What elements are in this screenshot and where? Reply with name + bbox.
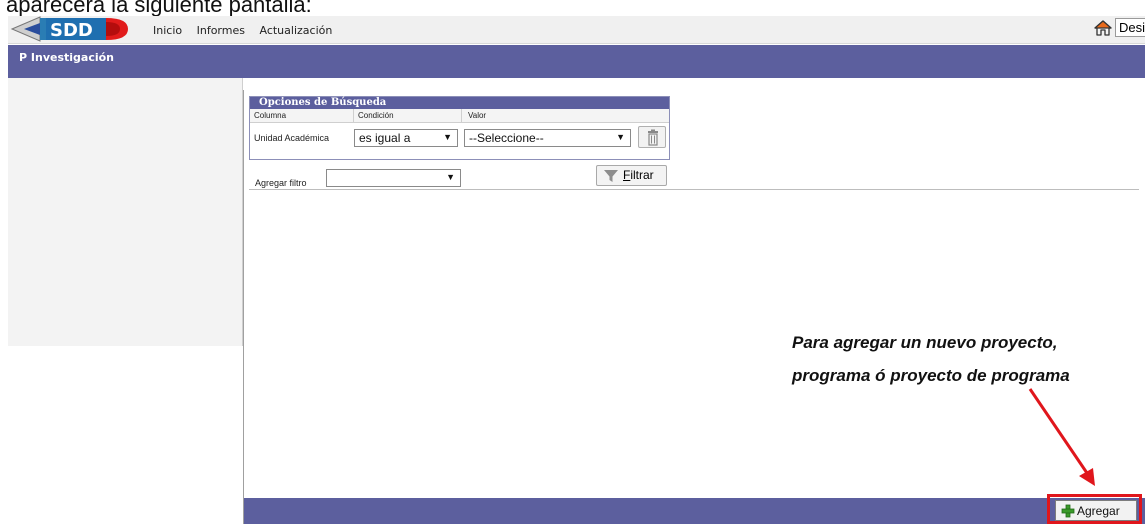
filter-column-label: Unidad Académica — [254, 133, 330, 143]
main-content: Opciones de Búsqueda Columna Condición V… — [243, 90, 1141, 524]
value-select[interactable]: --Seleccione-- ▼ — [464, 129, 631, 147]
top-navigation-bar: SDD Inicio Informes Actualización Desig — [8, 16, 1145, 44]
search-options-panel: Opciones de Búsqueda Columna Condición V… — [249, 96, 670, 160]
annotation-line-1: Para agregar un nuevo proyecto, — [792, 333, 1058, 352]
page-title: P Investigación — [8, 45, 1145, 78]
designation-selector[interactable]: Desig — [1115, 18, 1145, 37]
value-select-value: --Seleccione-- — [469, 131, 544, 145]
sdd-logo-icon[interactable]: SDD — [10, 16, 140, 42]
menu-item-inicio[interactable]: Inicio — [153, 24, 182, 37]
menu-item-actualizacion[interactable]: Actualización — [259, 24, 332, 37]
trash-icon — [648, 129, 658, 146]
condition-select-value: es igual a — [359, 131, 411, 145]
highlight-frame — [1047, 494, 1142, 524]
home-icon[interactable] — [1094, 19, 1112, 37]
filter-row: Unidad Académica es igual a ▼ --Seleccio… — [250, 123, 669, 153]
menu-item-informes[interactable]: Informes — [197, 24, 245, 37]
add-filter-label: Agregar filtro — [255, 178, 307, 188]
search-options-title: Opciones de Búsqueda — [250, 97, 669, 109]
remove-filter-button[interactable] — [638, 126, 666, 148]
column-header-valor: Valor — [468, 111, 487, 120]
dropdown-arrow-icon: ▼ — [446, 172, 455, 182]
svg-text:SDD: SDD — [50, 20, 93, 41]
filter-button[interactable]: Filtrar — [596, 165, 667, 186]
search-column-headers: Columna Condición Valor — [250, 109, 669, 123]
column-header-condicion: Condición — [358, 111, 394, 120]
divider — [249, 189, 1139, 190]
dropdown-arrow-icon: ▼ — [616, 132, 625, 142]
condition-select[interactable]: es igual a ▼ — [354, 129, 458, 147]
dropdown-arrow-icon: ▼ — [443, 132, 452, 142]
annotation-line-2: programa ó proyecto de programa — [792, 366, 1070, 385]
filter-button-label: Filtrar — [623, 168, 654, 182]
footer-bar — [244, 498, 1145, 524]
filter-funnel-icon — [604, 170, 618, 182]
main-menu: Inicio Informes Actualización — [153, 24, 343, 37]
add-filter-select[interactable]: ▼ — [326, 169, 461, 187]
left-sidebar-panel — [8, 78, 243, 346]
column-header-columna: Columna — [254, 111, 287, 120]
